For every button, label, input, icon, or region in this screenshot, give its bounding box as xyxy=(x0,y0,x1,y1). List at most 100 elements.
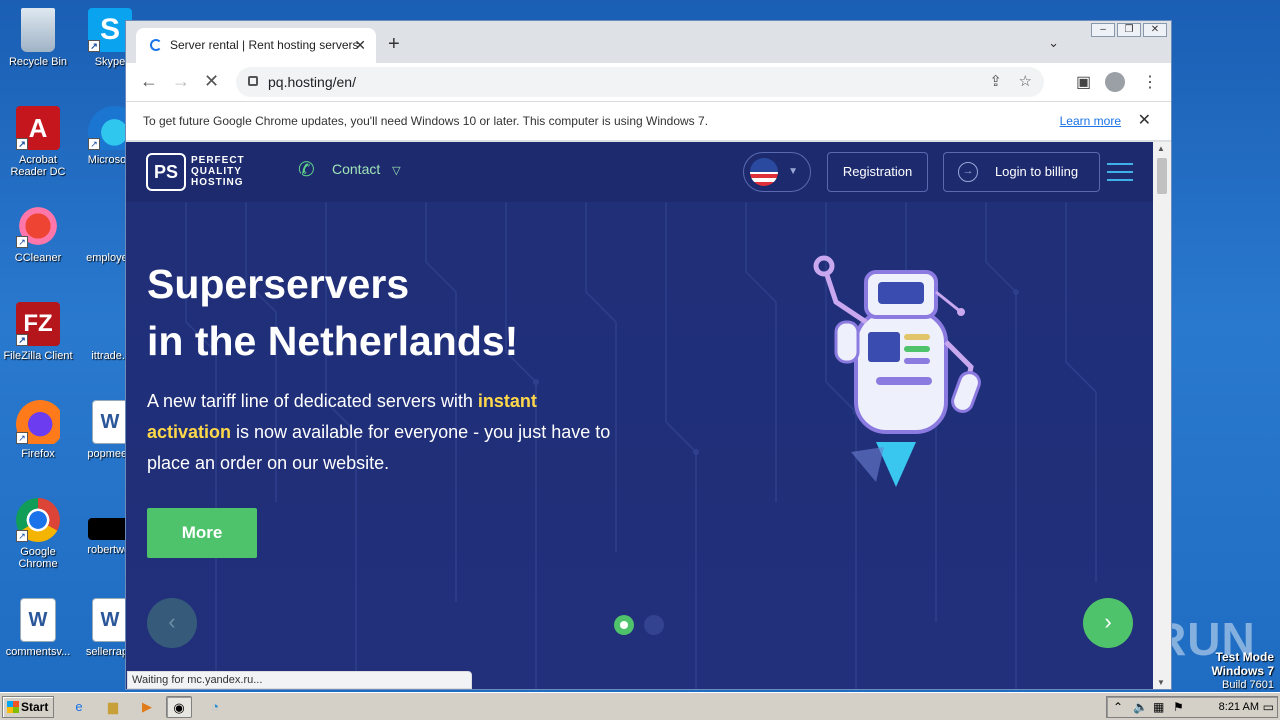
shortcut-arrow-icon: ↗ xyxy=(16,236,28,248)
contact-label: Contact xyxy=(332,161,381,177)
scroll-down-icon[interactable]: ▼ xyxy=(1157,678,1165,687)
shortcut-arrow-icon: ↗ xyxy=(16,432,28,444)
bookmark-star-icon[interactable]: ☆ xyxy=(1019,67,1032,97)
desktop-icon-label: FileZilla Client xyxy=(3,350,73,362)
contact-menu[interactable]: ✆ Contact ▽ xyxy=(298,159,401,181)
desktop-icon-label: Firefox xyxy=(21,448,55,460)
side-panel-icon[interactable]: ▣ xyxy=(1076,72,1091,92)
clock[interactable]: 8:21 AM xyxy=(1219,701,1259,713)
test-mode-notice: Test Mode Windows 7 Build 7601 xyxy=(1211,650,1274,692)
desktop-icon-chrome[interactable]: ↗ Google Chrome xyxy=(0,498,76,570)
tab-title: Server rental | Rent hosting servers xyxy=(170,38,359,52)
forward-icon[interactable]: → xyxy=(172,71,190,92)
taskbar: Start e ▆ ▶ ◉ ◔ ⌃ 🔈 ▦ ⚑ 8:21 AM ▭ xyxy=(0,692,1280,720)
phone-icon: ✆ xyxy=(298,159,315,181)
slider-dot-1[interactable] xyxy=(614,615,634,635)
hero-title: Superservers in the Netherlands! xyxy=(147,256,518,370)
shortcut-arrow-icon: ↗ xyxy=(16,138,28,150)
system-tray: ⌃ 🔈 ▦ ⚑ 8:21 AM ▭ xyxy=(1106,696,1278,718)
update-infobar: To get future Google Chrome updates, you… xyxy=(126,101,1171,141)
tray-expand-icon[interactable]: ⌃ xyxy=(1113,700,1123,714)
acrobat-icon: A ↗ xyxy=(16,106,60,150)
new-tab-button[interactable]: + xyxy=(388,33,400,56)
chrome-menu-icon[interactable]: ⋮ xyxy=(1142,72,1158,92)
login-billing-button[interactable]: → Login to billing xyxy=(943,152,1100,192)
back-icon[interactable]: ← xyxy=(140,71,158,92)
test-mode-line3: Build 7601 xyxy=(1222,679,1274,691)
ccleaner-icon: ↗ xyxy=(16,204,60,248)
shortcut-arrow-icon: ↗ xyxy=(16,334,28,346)
hero-desc-part1: A new tariff line of dedicated servers w… xyxy=(147,391,478,411)
start-button[interactable]: Start xyxy=(2,696,54,718)
desktop-icon-recycle-bin[interactable]: Recycle Bin xyxy=(0,8,76,68)
address-bar[interactable]: pq.hosting/en/ ⇪ ☆ xyxy=(236,67,1044,97)
more-button[interactable]: More xyxy=(147,508,257,558)
close-window-button[interactable]: ✕ xyxy=(1143,23,1167,37)
desktop-icon-acrobat[interactable]: A ↗ Acrobat Reader DC xyxy=(0,106,76,178)
site-logo-text: PERFECT QUALITY HOSTING xyxy=(191,155,245,188)
desktop-icon-label: Acrobat Reader DC xyxy=(10,154,66,178)
site-logo[interactable]: PS xyxy=(146,153,186,191)
logo-line3: HOSTING xyxy=(191,177,244,188)
profile-avatar-icon[interactable] xyxy=(1105,72,1125,92)
word-document-icon: W xyxy=(92,400,128,444)
hero-desc-highlight2: activation xyxy=(147,422,232,442)
hamburger-menu-icon[interactable] xyxy=(1107,163,1133,187)
chevron-down-icon: ▼ xyxy=(788,166,798,177)
robot-illustration xyxy=(813,255,981,487)
filezilla-icon: FZ ↗ xyxy=(16,302,60,346)
page-scrollbar[interactable]: ▲ ▼ xyxy=(1153,142,1171,689)
edge-taskbar-icon[interactable]: ◔ xyxy=(202,696,228,718)
test-mode-line2: Windows 7 xyxy=(1211,664,1274,678)
slider-prev-button[interactable]: ‹ xyxy=(147,598,197,648)
word-document-icon: W xyxy=(20,598,56,642)
test-mode-line1: Test Mode xyxy=(1215,650,1274,664)
loading-spinner-icon xyxy=(150,39,162,51)
stop-loading-icon[interactable]: ✕ xyxy=(204,71,219,92)
us-flag-icon xyxy=(750,158,778,186)
scroll-up-icon[interactable]: ▲ xyxy=(1157,144,1165,153)
shortcut-arrow-icon: ↗ xyxy=(16,530,28,542)
desktop-icon-ccleaner[interactable]: ↗ CCleaner xyxy=(0,204,76,264)
tab-close-icon[interactable]: ✕ xyxy=(354,28,366,63)
ie-taskbar-icon[interactable]: e xyxy=(66,696,92,718)
chrome-window: Server rental | Rent hosting servers ✕ +… xyxy=(125,20,1172,690)
language-selector[interactable]: ▼ xyxy=(743,152,811,192)
volume-icon[interactable]: 🔈 xyxy=(1133,700,1148,714)
browser-tab[interactable]: Server rental | Rent hosting servers ✕ xyxy=(136,28,376,63)
shortcut-arrow-icon: ↗ xyxy=(88,138,100,150)
share-icon[interactable]: ⇪ xyxy=(989,67,1002,97)
firefox-icon: ↗ xyxy=(16,400,60,444)
scrollbar-thumb[interactable] xyxy=(1157,158,1167,194)
hero-desc-highlight1: instant xyxy=(477,391,537,411)
browser-toolbar: ← → ✕ pq.hosting/en/ ⇪ ☆ ▣ ⋮ xyxy=(126,63,1171,101)
login-arrow-icon: → xyxy=(958,162,978,182)
lock-icon xyxy=(248,76,258,86)
slider-dot-2[interactable] xyxy=(644,615,664,635)
desktop-icon-filezilla[interactable]: FZ ↗ FileZilla Client xyxy=(0,302,76,362)
recycle-bin-icon xyxy=(21,8,55,52)
show-desktop-icon[interactable]: ▭ xyxy=(1263,700,1274,714)
flag-icon[interactable]: ⚑ xyxy=(1173,700,1184,714)
infobar-message: To get future Google Chrome updates, you… xyxy=(143,114,709,128)
chrome-taskbar-icon[interactable]: ◉ xyxy=(166,696,192,718)
status-bubble: Waiting for mc.yandex.ru... xyxy=(127,671,472,689)
tab-search-icon[interactable]: ⌄ xyxy=(1048,35,1059,51)
url-text: pq.hosting/en/ xyxy=(268,74,356,90)
hero-title-line1: Superservers xyxy=(147,261,410,307)
hero-title-line2: in the Netherlands! xyxy=(147,318,519,364)
desktop-icon-firefox[interactable]: ↗ Firefox xyxy=(0,400,76,460)
network-icon[interactable]: ▦ xyxy=(1153,700,1164,714)
media-player-taskbar-icon[interactable]: ▶ xyxy=(134,696,160,718)
learn-more-link[interactable]: Learn more xyxy=(1060,102,1121,140)
explorer-taskbar-icon[interactable]: ▆ xyxy=(100,696,126,718)
chrome-icon: ↗ xyxy=(16,498,60,542)
minimize-button[interactable]: – xyxy=(1091,23,1115,37)
logo-line2: QUALITY xyxy=(191,166,242,177)
registration-button[interactable]: Registration xyxy=(827,152,928,192)
infobar-close-icon[interactable]: ✕ xyxy=(1138,102,1151,140)
slider-next-button[interactable]: › xyxy=(1083,598,1133,648)
desktop-icon-comments[interactable]: W commentsv... xyxy=(0,598,76,658)
shortcut-arrow-icon: ↗ xyxy=(88,40,100,52)
restore-button[interactable]: ❐ xyxy=(1117,23,1141,37)
